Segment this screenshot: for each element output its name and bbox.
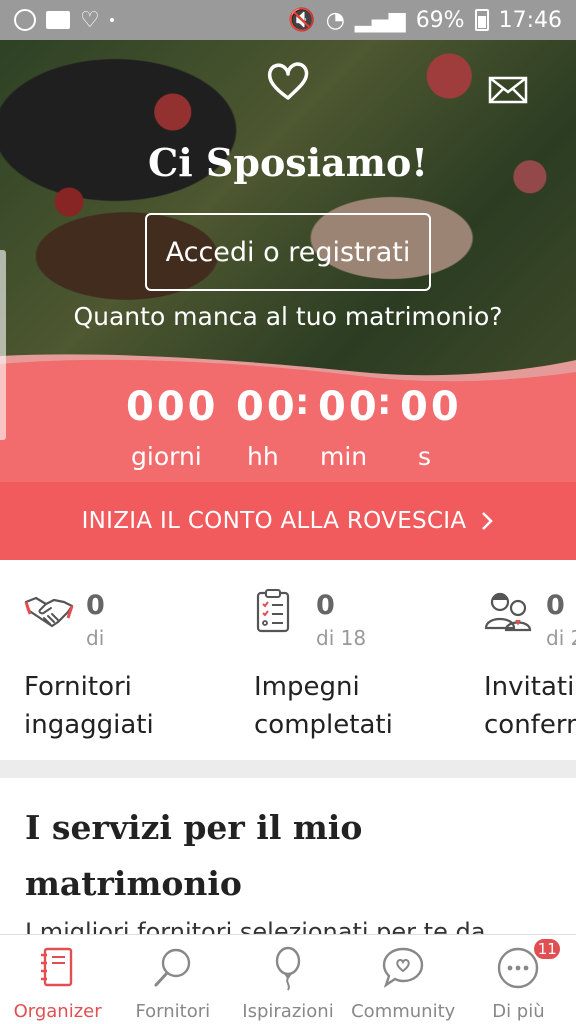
stat-tasks-label: Impegni completati <box>254 668 393 744</box>
seconds-label: s <box>418 442 432 471</box>
heart-notification-icon: ♡ <box>80 7 100 33</box>
stat-vendors[interactable]: 0 di Fornitori ingaggiati <box>24 560 254 760</box>
stat-guests[interactable]: 0 di 2 Invitati confermati <box>484 560 576 760</box>
tab-community[interactable]: Community <box>346 935 461 1024</box>
tab-inspirations[interactable]: Ispirazioni <box>230 935 345 1024</box>
stat-label-line: Fornitori <box>24 672 132 702</box>
tab-label: Ispirazioni <box>242 1001 334 1022</box>
start-countdown-label: INIZIA IL CONTO ALLA ROVESCIA <box>81 508 467 534</box>
colon-separator: : <box>295 382 310 423</box>
hero-title: Ci Sposiamo! <box>148 140 428 185</box>
minutes-value: 00 <box>318 384 380 430</box>
envelope-icon[interactable] <box>488 76 528 104</box>
countdown-values: 000 00 : 00 : 00 giorni hh min s <box>0 376 576 476</box>
stat-label-line: Invitati <box>484 672 575 702</box>
notification-badge: 11 <box>532 937 563 961</box>
balloon-icon <box>275 946 301 991</box>
stats-row: 0 di Fornitori ingaggiati 0 di 18 Impegn… <box>0 560 576 760</box>
notebook-icon <box>40 947 72 987</box>
wifi-icon: ◔ <box>325 7 345 33</box>
hero-banner: Ci Sposiamo! Accedi o registrati Quanto … <box>0 40 576 400</box>
stat-vendors-label: Fornitori ingaggiati <box>24 668 154 744</box>
guests-icon <box>484 592 532 632</box>
heart-logo-icon <box>267 62 309 100</box>
signal-icon: ▂▄▆ <box>354 7 406 33</box>
stat-vendors-value: 0 <box>86 590 105 621</box>
hours-label: hh <box>247 442 279 471</box>
tab-label: Community <box>351 1001 456 1022</box>
clock: 17:46 <box>498 7 562 33</box>
status-bar: ♡ 🔇 ◔ ▂▄▆ 69% 17:46 <box>0 0 576 40</box>
stat-vendors-total: di <box>86 626 105 650</box>
stat-label-line: Impegni <box>254 672 360 702</box>
tab-more[interactable]: 11 Di più <box>461 935 576 1024</box>
handshake-icon <box>24 596 74 628</box>
tab-label: Organizer <box>13 1001 102 1022</box>
whatsapp-icon <box>14 9 36 31</box>
colon-separator: : <box>377 382 392 423</box>
mute-icon: 🔇 <box>288 7 316 33</box>
countdown-question: Quanto manca al tuo matrimonio? <box>73 302 503 331</box>
start-countdown-button[interactable]: INIZIA IL CONTO ALLA ROVESCIA <box>0 482 576 560</box>
stat-label-line: completati <box>254 710 393 740</box>
login-button[interactable]: Accedi o registrati <box>145 213 431 291</box>
status-right: 🔇 ◔ ▂▄▆ 69% 17:46 <box>288 8 562 33</box>
days-label: giorni <box>131 442 202 471</box>
search-icon <box>154 948 190 987</box>
tab-label: Fornitori <box>135 1001 211 1022</box>
section-divider <box>0 760 576 778</box>
services-title: I servizi per il mio matrimonio <box>25 808 363 903</box>
stat-tasks[interactable]: 0 di 18 Impegni completati <box>254 560 484 760</box>
more-notifications-icon <box>109 18 114 22</box>
days-value: 000 <box>126 384 219 430</box>
seconds-value: 00 <box>400 384 462 430</box>
mail-notification-icon <box>46 11 70 29</box>
countdown-panel: 000 00 : 00 : 00 giorni hh min s <box>0 350 576 486</box>
stat-label-line: confermati <box>484 710 576 740</box>
minutes-label: min <box>320 442 368 471</box>
stat-label-line: ingaggiati <box>24 710 154 740</box>
side-drawer-handle[interactable] <box>0 250 6 440</box>
stat-tasks-value: 0 <box>316 590 335 621</box>
chat-heart-icon <box>383 947 424 988</box>
hours-value: 00 <box>236 384 298 430</box>
tab-organizer[interactable]: Organizer <box>0 935 115 1024</box>
stat-guests-total: di 2 <box>546 626 576 650</box>
tab-label: Di più <box>492 1001 545 1022</box>
stat-tasks-total: di 18 <box>316 626 367 650</box>
battery-level: 69% <box>415 7 465 33</box>
stat-guests-label: Invitati confermati <box>484 668 576 744</box>
status-left: ♡ <box>14 8 114 33</box>
bottom-tab-bar: Organizer Fornitori Ispirazioni Communit… <box>0 934 576 1024</box>
tab-vendors[interactable]: Fornitori <box>115 935 230 1024</box>
chevron-right-icon <box>482 512 494 530</box>
stat-guests-value: 0 <box>546 590 565 621</box>
checklist-icon <box>256 589 290 633</box>
battery-icon <box>474 9 489 31</box>
